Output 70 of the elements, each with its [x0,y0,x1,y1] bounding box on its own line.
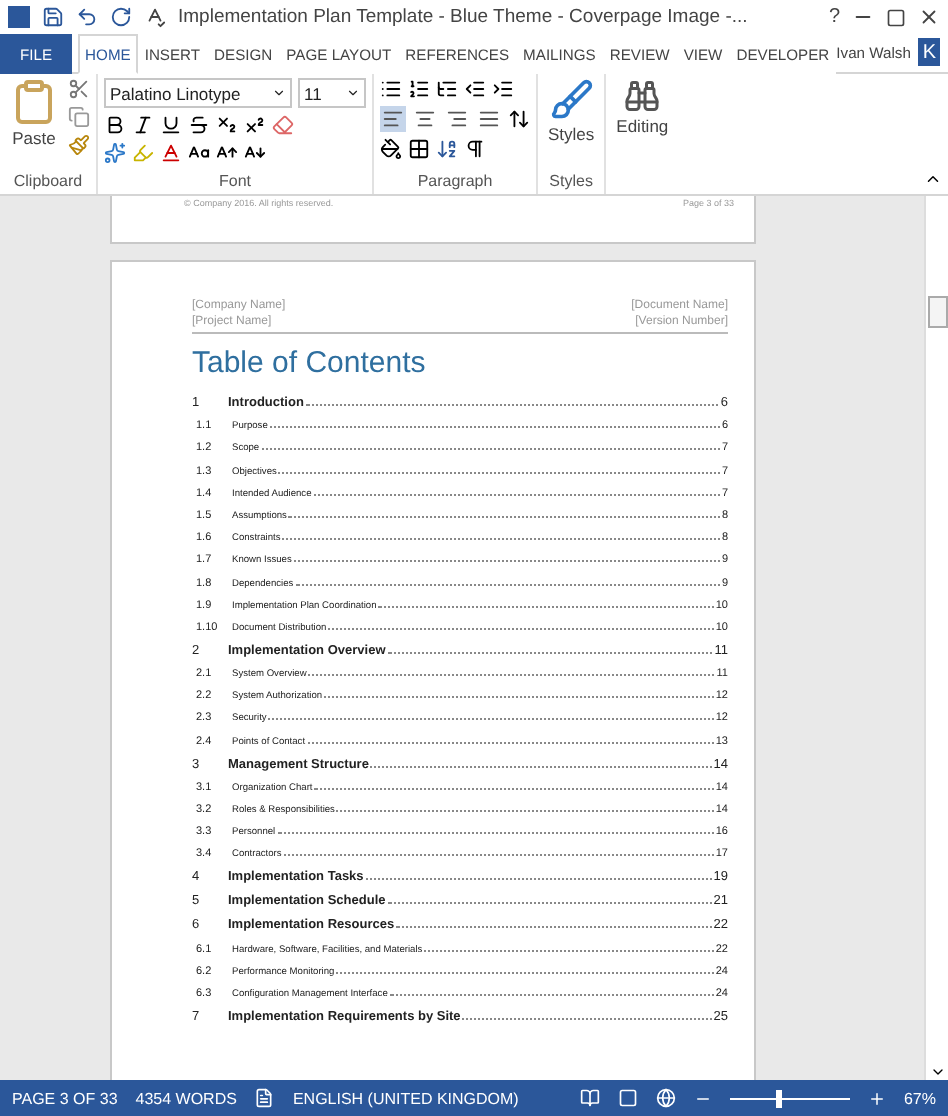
vertical-scrollbar[interactable] [924,196,948,1080]
align-button[interactable] [412,106,438,132]
underline-icon[interactable] [160,114,182,136]
brush-icon [549,78,594,122]
scrollbar-thumb[interactable] [927,296,947,328]
proofing-icon[interactable] [254,1088,275,1108]
group-label: Styles [547,172,595,194]
save-icon[interactable] [42,6,64,28]
align-icon [446,108,468,130]
multilevel-list-icon[interactable] [436,78,458,100]
numbering-icon[interactable] [408,78,430,100]
editing-button[interactable]: Editing [612,78,673,194]
undo-icon[interactable] [76,6,98,28]
subscript-icon[interactable] [216,114,238,136]
dropdown-caret-icon [346,86,360,100]
cut-icon[interactable] [68,78,90,100]
align-icon [478,108,500,130]
format-painter-icon[interactable] [68,134,90,156]
pilcrow-icon[interactable] [464,138,486,160]
superscript-icon[interactable] [244,114,266,136]
help-button[interactable]: ? [828,6,840,28]
collapse-ribbon-icon[interactable] [924,170,942,188]
increase-indent-icon[interactable] [492,78,514,100]
font-name-field[interactable]: Palatino Linotype [104,78,292,108]
align-button[interactable] [444,106,470,132]
align-icon [414,108,436,130]
strikethrough-icon[interactable] [188,114,210,136]
redo-icon[interactable] [110,6,132,28]
maximize-icon[interactable] [886,7,906,27]
change-case-icon[interactable] [188,142,210,164]
shading-icon[interactable] [380,138,402,160]
word-count[interactable]: 4354 WORDS [135,1089,237,1107]
group-label: Font [216,172,253,194]
page-count[interactable]: PAGE 3 OF 33 [12,1089,118,1107]
align-icon [382,108,404,130]
scroll-down-icon[interactable] [929,1064,945,1080]
borders-icon[interactable] [408,138,430,160]
align-button[interactable] [380,106,406,132]
dropdown-caret-icon [272,86,286,100]
italic-icon[interactable] [132,114,154,136]
zoom-level[interactable]: 67% [903,1089,936,1107]
group-label: Clipboard [11,172,85,194]
read-mode-icon[interactable] [579,1088,600,1108]
font-color-icon[interactable] [160,142,182,164]
bullets-icon[interactable] [380,78,402,100]
window-title: Implementation Plan Template - Blue Theme - Coverpage Image -... [178,6,750,28]
styles-button[interactable]: Styles [544,78,599,172]
copy-icon[interactable] [68,106,90,128]
document-heading: Table of Contents [192,346,428,380]
shrink-font-icon[interactable] [244,142,266,164]
text-effects-icon[interactable] [104,142,126,164]
spelling-icon[interactable] [144,6,166,28]
font-size-field[interactable]: 11 [298,78,366,108]
line-spacing-icon[interactable] [508,108,530,130]
language[interactable]: ENGLISH (UNITED KINGDOM) [292,1089,519,1107]
bold-icon[interactable] [104,114,126,136]
close-icon[interactable] [918,6,940,28]
clipboard-icon [10,78,58,126]
zoom-in-icon[interactable] [867,1089,886,1107]
web-layout-icon[interactable] [655,1088,676,1108]
decrease-indent-icon[interactable] [464,78,486,100]
align-button[interactable] [476,106,502,132]
print-layout-icon[interactable] [617,1088,638,1108]
sort-icon[interactable] [436,138,458,160]
binoculars-icon [624,78,661,114]
account-avatar[interactable]: K [918,38,940,66]
paste-button[interactable]: Paste [6,78,62,172]
zoom-slider-thumb[interactable] [775,1089,782,1107]
group-label: Paragraph [415,172,495,194]
grow-font-icon[interactable] [216,142,238,164]
